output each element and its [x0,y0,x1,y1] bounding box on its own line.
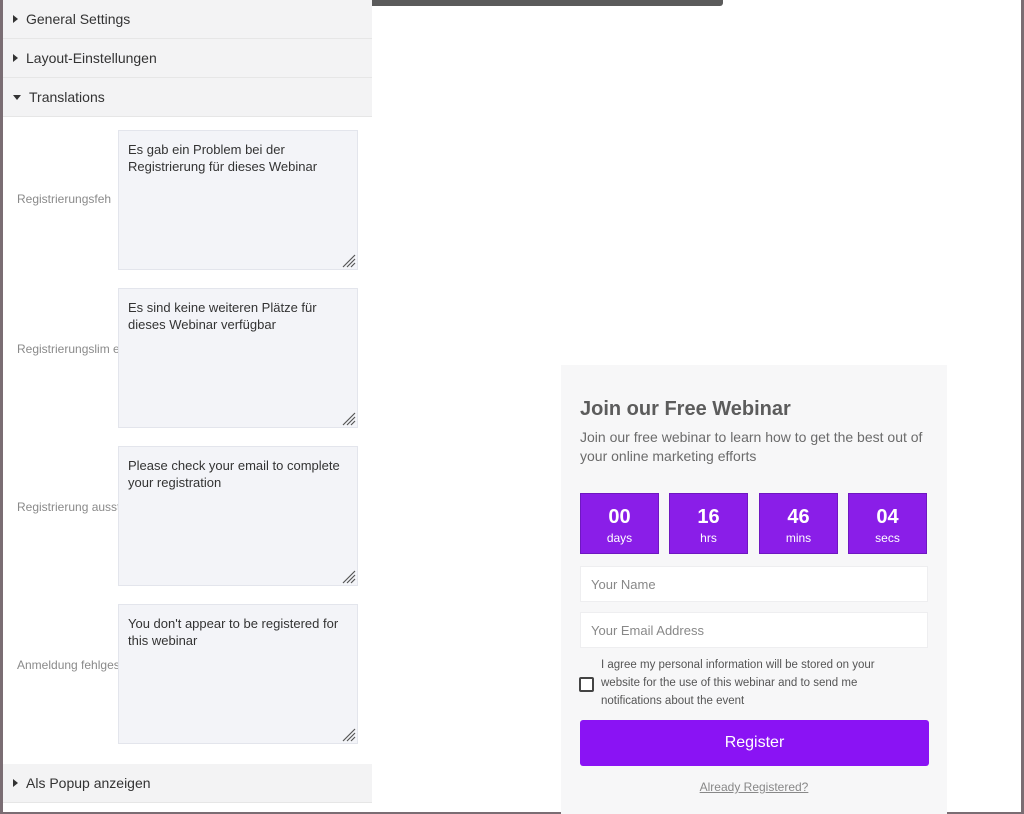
section-translations[interactable]: Translations [3,78,372,117]
resize-handle-icon[interactable] [340,568,356,584]
section-general-settings[interactable]: General Settings [3,0,372,39]
name-input[interactable]: Your Name [580,566,928,602]
register-button[interactable]: Register [580,720,929,766]
webinar-registration-widget: Join our Free Webinar Join our free webi… [561,365,947,814]
textarea-value: Es sind keine weiteren Plätze für dieses… [128,300,317,332]
field-label-registration-pending: Registrierung ausstehend [17,500,121,514]
field-label-registration-limit: Registrierungslim erreicht [17,342,121,356]
widget-description: Join our free webinar to learn how to ge… [580,429,923,464]
countdown-value: 46 [787,506,810,528]
countdown-days: 00 days [580,493,659,554]
countdown-unit: hrs [700,531,717,545]
consent-text: I agree my personal information will be … [601,659,875,707]
login-failed-textarea[interactable]: You don't appear to be registered for th… [118,604,358,744]
section-label: Translations [29,89,105,105]
section-layout-settings[interactable]: Layout-Einstellungen [3,39,372,78]
caret-right-icon [13,15,18,23]
consent-checkbox[interactable] [579,677,594,692]
countdown-unit: secs [875,531,900,545]
textarea-value: Please check your email to complete your… [128,458,340,490]
already-registered-link[interactable]: Already Registered? [561,780,947,794]
email-input[interactable]: Your Email Address [580,612,928,648]
section-label: Layout-Einstellungen [26,50,157,66]
settings-sidebar: General Settings Layout-Einstellungen Tr… [3,0,372,812]
textarea-value: You don't appear to be registered for th… [128,616,339,648]
textarea-value: Es gab ein Problem bei der Registrierung… [128,142,318,174]
registration-pending-textarea[interactable]: Please check your email to complete your… [118,446,358,586]
name-input-placeholder: Your Name [591,576,656,592]
caret-right-icon [13,779,18,787]
field-label-login-failed: Anmeldung fehlgeschlagen [17,658,121,672]
section-label: Als Popup anzeigen [26,775,151,791]
email-input-placeholder: Your Email Address [591,622,704,638]
resize-handle-icon[interactable] [340,410,356,426]
countdown-value: 16 [697,506,720,528]
caret-right-icon [13,54,18,62]
widget-title: Join our Free Webinar [580,398,791,420]
section-show-as-popup[interactable]: Als Popup anzeigen [3,764,372,803]
field-label-registration-error: Registrierungsfeh [17,192,112,206]
countdown-minutes: 46 mins [759,493,838,554]
countdown-unit: mins [785,531,812,545]
resize-handle-icon[interactable] [340,252,356,268]
countdown-value: 04 [876,506,899,528]
section-label: General Settings [26,11,131,27]
countdown-value: 00 [608,506,631,528]
caret-down-icon [13,94,21,100]
countdown-hours: 16 hrs [669,493,748,554]
countdown-unit: days [606,531,633,545]
countdown-seconds: 04 secs [848,493,927,554]
registration-limit-textarea[interactable]: Es sind keine weiteren Plätze für dieses… [118,288,358,428]
register-button-label: Register [724,734,785,751]
registration-error-textarea[interactable]: Es gab ein Problem bei der Registrierung… [118,130,358,270]
resize-handle-icon[interactable] [340,726,356,742]
